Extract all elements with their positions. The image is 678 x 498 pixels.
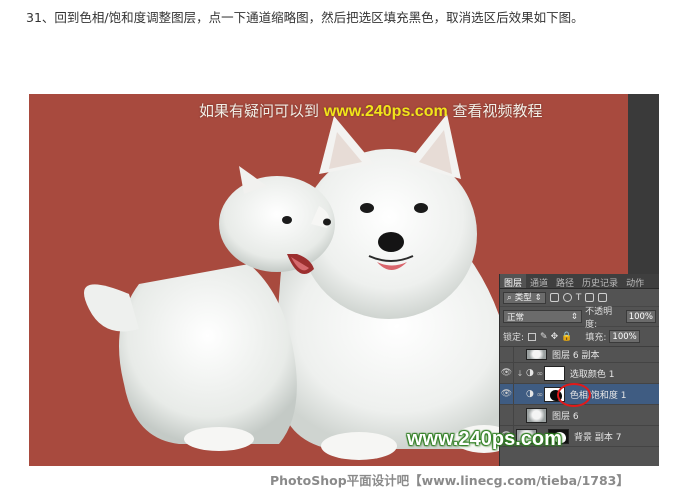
blend-mode-value: 正常 <box>507 312 525 323</box>
tab-layers[interactable]: 图层 <box>500 274 527 289</box>
photoshop-dark-area <box>628 94 659 274</box>
watermark-top-prefix: 如果有疑问可以到 <box>199 102 320 120</box>
lock-transparency-icon[interactable] <box>528 332 537 341</box>
layer-thumbnail <box>526 349 547 360</box>
clip-arrow-icon: ↓ <box>516 368 524 378</box>
lock-row: 锁定: ✎ ✥ 🔒 填充: 100% <box>500 327 659 347</box>
pixel-filter-icon[interactable] <box>549 293 559 302</box>
updown-icon: ⇕ <box>571 311 579 322</box>
fill-input[interactable]: 100% <box>609 330 640 343</box>
lock-label: 锁定: <box>503 333 525 343</box>
tab-channels[interactable]: 通道 <box>526 274 552 289</box>
lock-all-icon[interactable]: 🔒 <box>561 332 572 342</box>
adjustment-filter-icon[interactable] <box>562 293 572 302</box>
fill-label: 填充: <box>585 333 607 343</box>
filter-row: ⌕ 类型 ⇕ T <box>500 289 659 307</box>
layer-mask-thumbnail[interactable] <box>543 365 565 381</box>
eye-icon[interactable]: 👁 <box>500 362 514 384</box>
lock-paint-icon[interactable]: ✎ <box>540 332 548 342</box>
panel-tabs: 图层 通道 路径 历史记录 动作 <box>500 274 659 289</box>
watermark-top: 如果有疑问可以到 www.240ps.com 查看视频教程 <box>199 100 543 121</box>
updown-icon: ⇕ <box>534 292 542 303</box>
text-filter-icon[interactable]: T <box>576 293 582 303</box>
blend-mode-select[interactable]: 正常 ⇕ <box>503 310 583 323</box>
adjustment-icon: ◑ <box>526 389 534 399</box>
opacity-label: 不透明度: <box>585 306 613 330</box>
layer-name: 图层 6 <box>552 411 579 422</box>
smart-object-filter-icon[interactable] <box>598 293 608 302</box>
eye-icon[interactable]: 👁 <box>500 383 514 405</box>
layer-name: 图层 6 副本 <box>552 351 600 361</box>
layer-row-hue-saturation[interactable]: 👁 ◑ ∞ 色相/饱和度 1 <box>500 383 659 407</box>
filter-type-label: 类型 <box>514 292 532 303</box>
highlight-circle <box>557 383 591 407</box>
chain-link-icon[interactable]: ∞ <box>536 390 544 399</box>
tutorial-screenshot: 如果有疑问可以到 www.240ps.com 查看视频教程 图层 通道 路径 历… <box>29 94 659 466</box>
watermark-top-url: www.240ps.com <box>323 103 448 120</box>
layer-row-selective-color[interactable]: 👁 ↓ ◑ ∞ 选取颜色 1 <box>500 362 659 384</box>
filter-type-select[interactable]: ⌕ 类型 ⇕ <box>503 291 546 304</box>
tab-actions[interactable]: 动作 <box>622 274 648 289</box>
layer-name: 背景 副本 7 <box>574 432 622 443</box>
blend-row: 正常 ⇕ 不透明度: 100% <box>500 306 659 330</box>
visibility-toggle[interactable] <box>500 346 514 363</box>
chain-link-icon[interactable]: ∞ <box>536 369 544 378</box>
layer-thumbnail <box>526 407 547 423</box>
layer-name: 选取颜色 1 <box>569 369 615 380</box>
instruction-text: 31、回到色相/饱和度调整图层，点一下通道缩略图，然后把选区填充黑色，取消选区后… <box>26 10 584 25</box>
lock-move-icon[interactable]: ✥ <box>551 332 559 342</box>
shape-filter-icon[interactable] <box>585 293 595 302</box>
layer-row-layer6[interactable]: 图层 6 <box>500 404 659 426</box>
layer-row-copy[interactable]: 图层 6 副本 <box>500 346 659 363</box>
tab-history[interactable]: 历史记录 <box>578 274 622 289</box>
adjustment-icon: ◑ <box>526 368 534 378</box>
footer-watermark: PhotoShop平面设计吧【www.linecg.com/tieba/1783… <box>270 473 629 488</box>
watermark-top-suffix: 查看视频教程 <box>452 102 543 120</box>
tab-paths[interactable]: 路径 <box>552 274 578 289</box>
watermark-bottom: www.240ps.com <box>407 428 562 450</box>
opacity-input[interactable]: 100% <box>625 310 656 323</box>
visibility-toggle[interactable] <box>500 404 514 426</box>
search-icon: ⌕ <box>507 292 512 303</box>
